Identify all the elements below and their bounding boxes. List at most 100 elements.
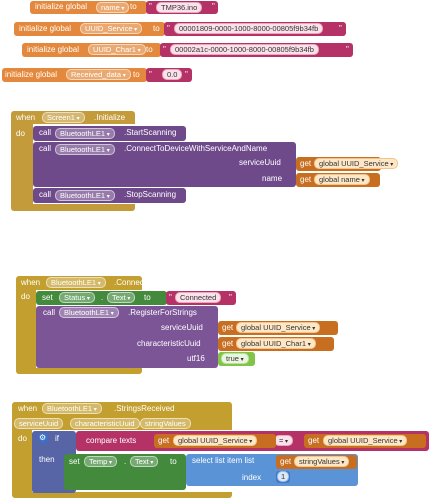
quote-icon: " xyxy=(346,45,349,54)
text-block-uuid-char1[interactable]: " 00002a1c-0000-1000-8000-00805f9b34fb " xyxy=(160,43,353,57)
param-characteristicuuid[interactable]: characteristicUuid xyxy=(70,418,140,429)
compare-operator-dropdown[interactable]: = xyxy=(274,435,294,446)
boolean-dropdown[interactable]: true xyxy=(221,353,249,364)
quote-icon: " xyxy=(212,2,215,11)
get-label: get xyxy=(300,175,312,184)
variable-dropdown[interactable]: global UUID_Service xyxy=(314,158,399,169)
when-label: when xyxy=(16,113,36,122)
arg-label-serviceuuid: serviceUuid xyxy=(161,323,203,332)
dot-label: . xyxy=(124,457,127,466)
text-block-uuid-service[interactable]: " 00001809-0000-1000-8000-00805f9b34fb " xyxy=(164,22,346,36)
global-name-field[interactable]: name xyxy=(96,2,130,13)
to-label: to xyxy=(146,45,153,54)
variable-dropdown[interactable]: stringValues xyxy=(294,456,350,467)
get-label: get xyxy=(158,436,170,445)
quote-icon: " xyxy=(163,45,166,54)
component-dropdown[interactable]: BluetoothLE1 xyxy=(55,128,115,139)
param-stringvalues[interactable]: stringValues xyxy=(140,418,191,429)
quote-icon: " xyxy=(149,70,152,79)
variable-dropdown[interactable]: global UUID_Service xyxy=(323,435,408,446)
boolean-true-block[interactable]: true xyxy=(218,352,255,366)
component-dropdown[interactable]: Status xyxy=(59,292,95,303)
set-temp-text[interactable]: set Temp . Text to xyxy=(64,454,186,490)
component-dropdown[interactable]: Temp xyxy=(84,456,118,467)
get-label: get xyxy=(280,457,292,466)
init-global-label: initialize global xyxy=(5,70,58,79)
call-label: call xyxy=(43,308,56,317)
call-label: call xyxy=(39,144,52,153)
when-label: when xyxy=(21,278,41,287)
init-global-uuid-service-block[interactable]: initialize global UUID_Service to xyxy=(14,22,165,36)
call-stop-scanning[interactable]: call BluetoothLE1 .StopScanning xyxy=(33,188,186,203)
init-global-received-data-block[interactable]: initialize global Received_data to xyxy=(2,68,147,82)
then-label: then xyxy=(39,455,55,464)
get-global-uuid-service[interactable]: get global UUID_Service xyxy=(296,157,399,171)
property-dropdown[interactable]: Text xyxy=(130,456,159,467)
get-label: get xyxy=(222,339,234,348)
arg-label-utf16: utf16 xyxy=(187,354,205,363)
get-global-name[interactable]: get global name xyxy=(296,173,380,187)
when-label: when xyxy=(18,404,38,413)
compare-texts-label: compare texts xyxy=(86,436,137,445)
method-name: .ConnectToDeviceWithServiceAndName xyxy=(124,144,268,153)
text-value[interactable]: 00001809-0000-1000-8000-00805f9b34fb xyxy=(174,23,324,34)
number-block[interactable]: 1 xyxy=(276,471,290,483)
event-name: .Initialize xyxy=(94,113,126,122)
component-dropdown[interactable]: BluetoothLE1 xyxy=(59,307,119,318)
property-dropdown[interactable]: Text xyxy=(107,292,136,303)
init-global-label: initialize global xyxy=(19,24,72,33)
set-status-text[interactable]: set Status . Text to xyxy=(36,291,167,305)
arg-label-name: name xyxy=(262,174,283,183)
global-name-field[interactable]: UUID_Char1 xyxy=(88,44,146,55)
call-register-for-strings[interactable]: call BluetoothLE1 .RegisterForStrings se… xyxy=(36,306,218,368)
text-block-name[interactable]: " TMP36.ino " xyxy=(146,1,218,14)
init-global-name-block[interactable]: initialize global name to xyxy=(30,1,147,14)
text-block-received-data[interactable]: " 0.0 " xyxy=(146,68,192,82)
init-global-label: initialize global xyxy=(27,45,80,54)
do-label: do xyxy=(18,434,27,443)
if-label: if xyxy=(55,434,59,443)
component-dropdown[interactable]: BluetoothLE1 xyxy=(55,144,115,155)
get-global-uuid-service[interactable]: get global UUID_Service xyxy=(154,434,276,448)
global-name-field[interactable]: UUID_Service xyxy=(80,23,143,34)
get-global-uuid-char1[interactable]: get global UUID_Char1 xyxy=(218,337,334,351)
param-serviceuuid[interactable]: serviceUuid xyxy=(14,418,64,429)
quote-icon: " xyxy=(185,70,188,79)
select-list-item-label: select list item list xyxy=(192,456,255,465)
variable-dropdown[interactable]: global name xyxy=(314,174,370,185)
component-dropdown[interactable]: Screen1 xyxy=(42,112,85,123)
text-value[interactable]: Connected xyxy=(175,292,222,303)
dot-label: . xyxy=(101,293,104,302)
call-connect-device[interactable]: call BluetoothLE1 .ConnectToDeviceWithSe… xyxy=(33,142,296,187)
number-value[interactable]: 1 xyxy=(277,471,290,482)
text-value[interactable]: TMP36.ino xyxy=(156,2,203,13)
init-global-uuid-char1-block[interactable]: initialize global UUID_Char1 to xyxy=(22,43,161,57)
variable-dropdown[interactable]: global UUID_Service xyxy=(236,322,321,333)
component-dropdown[interactable]: BluetoothLE1 xyxy=(42,403,102,414)
variable-dropdown[interactable]: global UUID_Char1 xyxy=(236,338,316,349)
quote-icon: " xyxy=(149,2,152,11)
variable-dropdown[interactable]: global UUID_Service xyxy=(173,435,258,446)
get-label: get xyxy=(308,436,320,445)
init-global-label: initialize global xyxy=(35,2,88,11)
to-label: to xyxy=(133,70,140,79)
get-label: get xyxy=(300,159,312,168)
text-value[interactable]: 00002a1c-0000-1000-8000-00805f9b34fb xyxy=(170,44,319,55)
arg-label-serviceuuid: serviceUuid xyxy=(239,158,281,167)
call-start-scanning[interactable]: call BluetoothLE1 .StartScanning xyxy=(33,126,186,141)
to-label: to xyxy=(153,24,160,33)
global-name-field[interactable]: Received_data xyxy=(66,69,131,80)
event-name: .StringsReceived xyxy=(114,404,175,413)
get-global-uuid-service[interactable]: get global UUID_Service xyxy=(218,321,338,335)
component-dropdown[interactable]: BluetoothLE1 xyxy=(55,190,115,201)
to-label: to xyxy=(130,2,137,11)
get-global-uuid-service[interactable]: get global UUID_Service xyxy=(304,434,426,448)
method-name: .StartScanning xyxy=(124,128,177,137)
component-dropdown[interactable]: BluetoothLE1 xyxy=(46,277,106,288)
text-value[interactable]: 0.0 xyxy=(162,69,183,80)
get-stringvalues[interactable]: get stringValues xyxy=(276,455,357,469)
quote-icon: " xyxy=(229,293,232,302)
set-label: set xyxy=(69,457,80,466)
get-label: get xyxy=(222,323,234,332)
text-block-connected[interactable]: " Connected " xyxy=(166,291,236,305)
